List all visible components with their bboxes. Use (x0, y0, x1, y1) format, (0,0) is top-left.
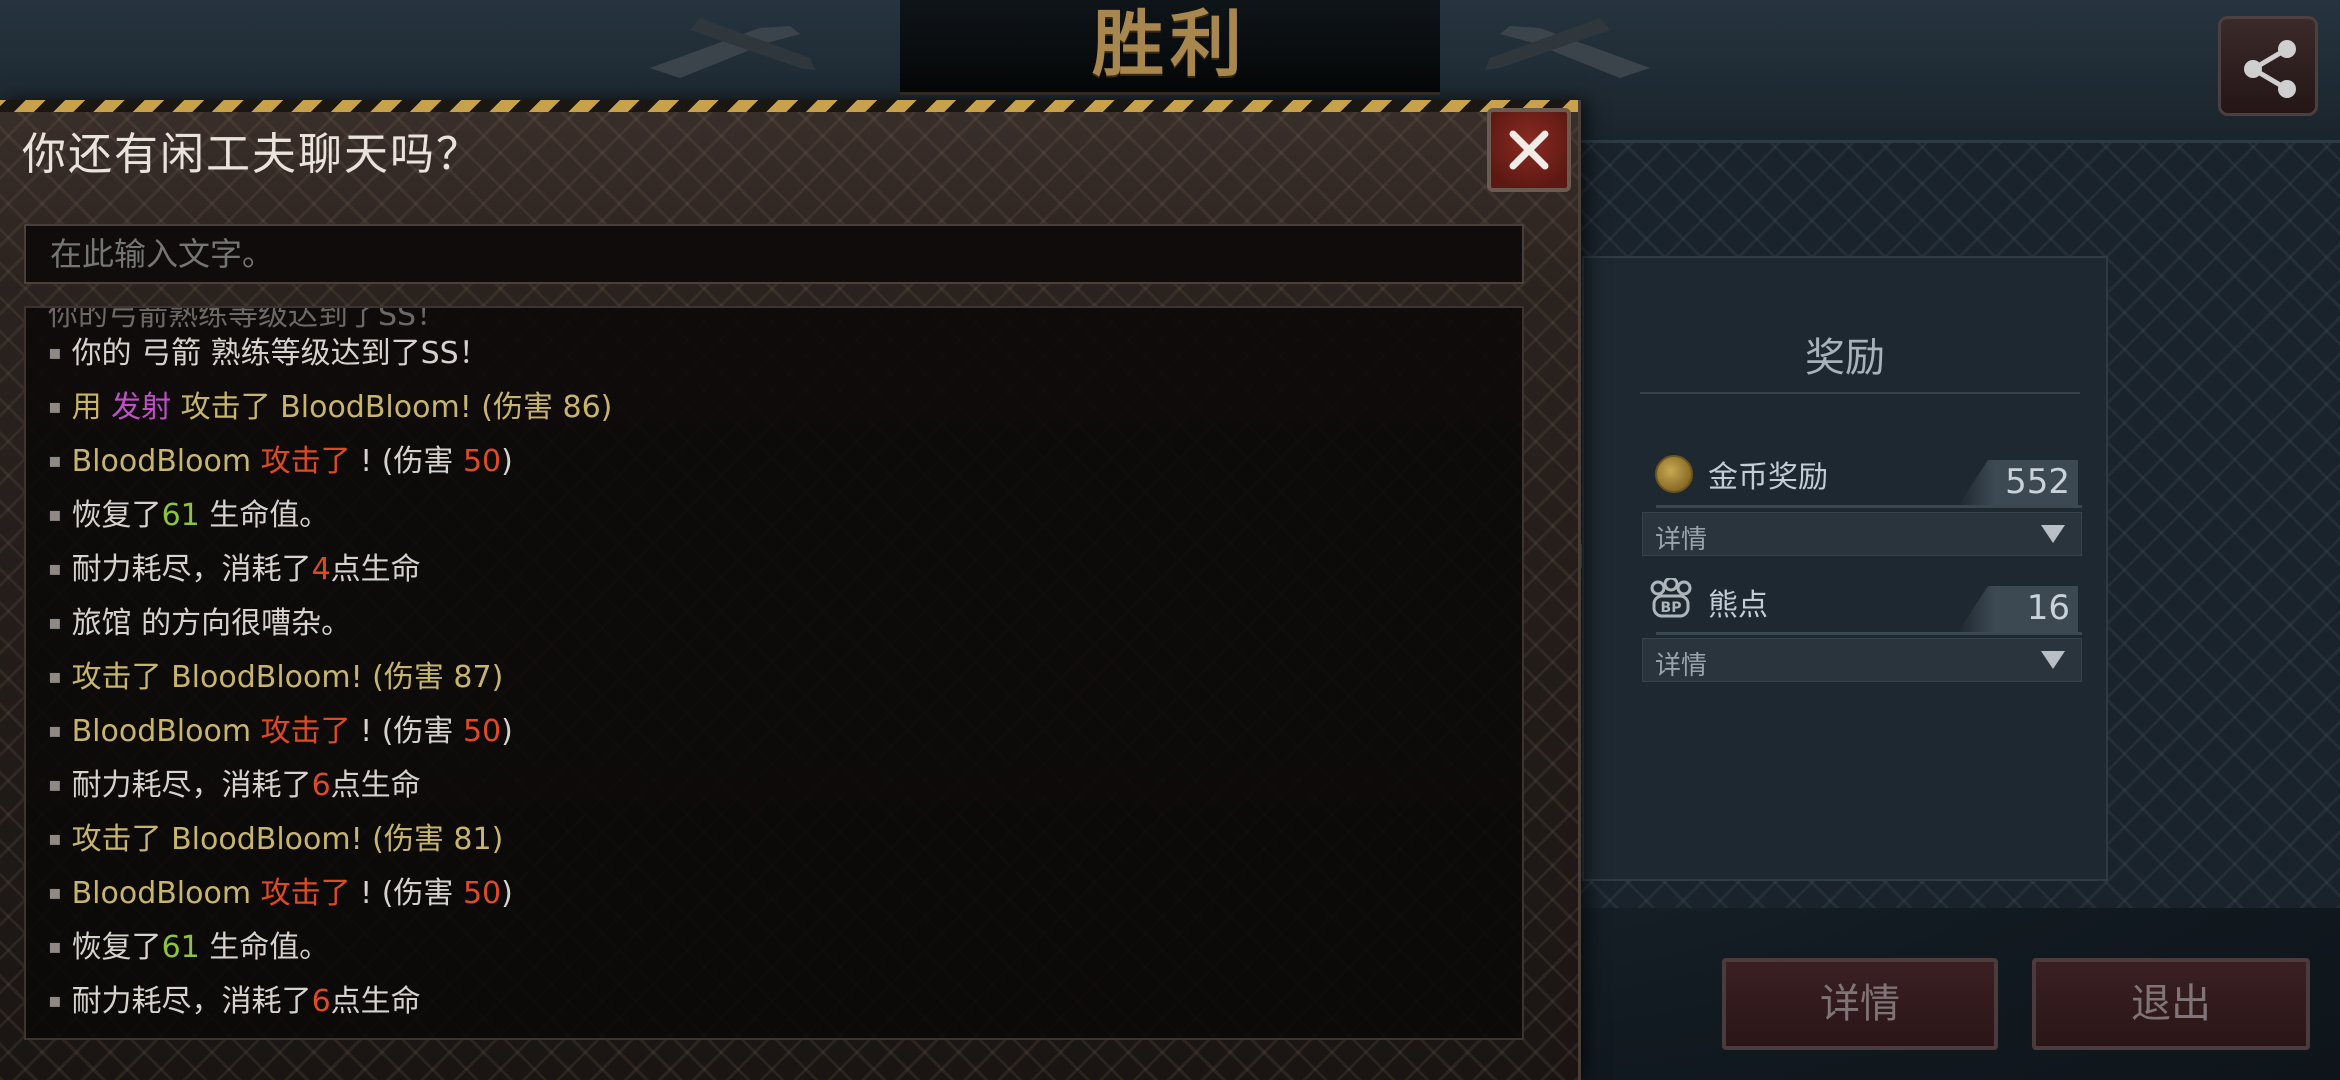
reward-divider (1640, 392, 2080, 394)
svg-text:BP: BP (1661, 600, 1682, 616)
chat-log-line: ▪ 用 发射 攻击了 BloodBloom! (伤害 86) (48, 382, 612, 426)
chat-log-line: ▪ 耐力耗尽，消耗了4点生命 (48, 544, 421, 588)
chat-log-segment: 用 (71, 390, 112, 425)
chat-log-segment: 6 (311, 768, 331, 803)
bullet-icon: ▪ (48, 826, 62, 850)
bullet-icon: ▪ (48, 988, 62, 1012)
chat-input[interactable] (24, 224, 1524, 284)
chat-log-line: ▪ BloodBloom 攻击了 ! (伤害 50) (48, 436, 513, 480)
exit-button[interactable]: 退出 (2032, 958, 2310, 1050)
bullet-icon: ▪ (48, 880, 62, 904)
gold-reward-label: 金币奖励 (1708, 460, 1828, 495)
chat-log-segment: 攻击了 BloodBloom! (伤害 86) (171, 390, 613, 425)
bullet-icon: ▪ (48, 340, 62, 364)
chat-log-segment: 50 (462, 876, 502, 911)
bullet-icon: ▪ (48, 502, 62, 526)
bear-points-underline (1656, 632, 2082, 635)
chat-log-segment: ) (501, 714, 513, 749)
chat-log[interactable]: 你的弓箭熟练等级达到了SS！ ▪ 你的 弓箭 熟练等级达到了SS！ ▪ 用 发射 攻击… (24, 306, 1524, 1040)
chat-log-segment: 50 (462, 444, 502, 479)
chat-log-segment: 50 (462, 714, 502, 749)
chat-log-line: ▪ BloodBloom 攻击了 ! (伤害 50) (48, 868, 513, 912)
bullet-icon: ▪ (48, 664, 62, 688)
chat-log-segment: 耐力耗尽，消耗了 (71, 552, 312, 587)
bear-detail-label: 详情 (1655, 651, 1708, 681)
gold-detail-dropdown[interactable]: 详情 (1642, 512, 2082, 556)
gold-reward-value: 552 (2005, 462, 2070, 502)
chat-log-segment: 恢复了 (71, 930, 162, 965)
crossed-guns-left-icon (650, 18, 815, 78)
chat-log-segment: 点生命 (330, 552, 421, 587)
chat-log-segment: ) (501, 444, 513, 479)
chat-log-segment: 耐力耗尽，消耗了 (71, 984, 312, 1019)
chat-log-segment: 61 (161, 498, 200, 533)
chat-log-segment: 你的 弓箭 熟练等级达到了SS！ (71, 336, 489, 371)
bear-points-label: 熊点 (1708, 588, 1768, 623)
chat-log-line: ▪ 攻击了 BloodBloom! (伤害 87) (48, 652, 503, 696)
chat-log-segment: BloodBloom (71, 444, 261, 479)
gold-reward-underline (1656, 505, 2082, 508)
chat-log-segment: 攻击了 BloodBloom! (伤害 87) (71, 660, 504, 695)
chat-log-segment: 4 (311, 552, 331, 587)
chat-log-segment: 攻击了 (260, 876, 351, 911)
chat-log-line: ▪ 你的 弓箭 熟练等级达到了SS！ (48, 328, 489, 372)
gold-coin-icon (1655, 455, 1693, 493)
close-icon (1509, 130, 1549, 170)
chat-log-segment: 耐力耗尽，消耗了 (71, 768, 312, 803)
chat-log-line: ▪ 耐力耗尽，消耗了6点生命 (48, 976, 421, 1020)
bullet-icon: ▪ (48, 394, 62, 418)
chat-log-segment: BloodBloom (71, 876, 261, 911)
close-button[interactable] (1487, 108, 1571, 192)
chat-log-line: ▪ 恢复了61 生命值。 (48, 922, 329, 966)
chat-log-segment: 生命值。 (199, 930, 330, 965)
bear-detail-dropdown[interactable]: 详情 (1642, 638, 2082, 682)
details-button[interactable]: 详情 (1722, 958, 1998, 1050)
chat-log-segment: 恢复了 (71, 498, 162, 533)
chat-log-segment: 攻击了 BloodBloom! (伤害 81) (71, 822, 504, 857)
chevron-down-icon (2041, 651, 2065, 669)
chat-log-line: ▪ BloodBloom 攻击了 ! (伤害 50) (48, 706, 513, 750)
chat-title: 你还有闲工夫聊天吗？ (22, 129, 482, 180)
bear-paw-icon: BP (1650, 578, 1692, 618)
bear-points-value: 16 (2026, 588, 2070, 628)
chat-log-segment: 点生命 (330, 768, 421, 803)
chat-log-segment: 攻击了 (260, 444, 351, 479)
chat-log-segment: BloodBloom (71, 714, 261, 749)
bullet-icon: ▪ (48, 772, 62, 796)
chat-log-segment: 6 (311, 984, 331, 1019)
chat-log-line: ▪ 耐力耗尽，消耗了6点生命 (48, 760, 421, 804)
share-button[interactable] (2218, 16, 2318, 116)
chat-log-segment: 61 (161, 930, 200, 965)
chat-log-line: ▪ 旅馆 的方向很嘈杂。 (48, 598, 351, 642)
bullet-icon: ▪ (48, 934, 62, 958)
hazard-stripe (0, 100, 1578, 112)
reward-title: 奖励 (1805, 335, 1885, 381)
chat-log-segment: ! (伤害 (350, 876, 463, 911)
chat-log-line: ▪ 恢复了61 生命值。 (48, 490, 329, 534)
chat-log-segment: 攻击了 (260, 714, 351, 749)
bullet-icon: ▪ (48, 448, 62, 472)
crossed-guns-right-icon (1485, 18, 1650, 78)
bullet-icon: ▪ (48, 718, 62, 742)
share-icon (2244, 40, 2296, 98)
chat-log-segment: 点生命 (330, 984, 421, 1019)
gold-detail-label: 详情 (1655, 525, 1708, 555)
bullet-icon: ▪ (48, 610, 62, 634)
chat-log-line: ▪ 攻击了 BloodBloom! (伤害 81) (48, 814, 503, 858)
chat-log-segment: ! (伤害 (350, 714, 463, 749)
chat-log-segment: 旅馆 的方向很嘈杂。 (71, 606, 352, 641)
chat-log-segment: 发射 (111, 390, 172, 425)
chat-log-segment: ! (伤害 (350, 444, 463, 479)
victory-title: 胜利 (1091, 1, 1248, 86)
chevron-down-icon (2041, 525, 2065, 543)
bullet-icon: ▪ (48, 556, 62, 580)
chat-log-segment: ) (501, 876, 513, 911)
chat-log-segment: 生命值。 (199, 498, 330, 533)
